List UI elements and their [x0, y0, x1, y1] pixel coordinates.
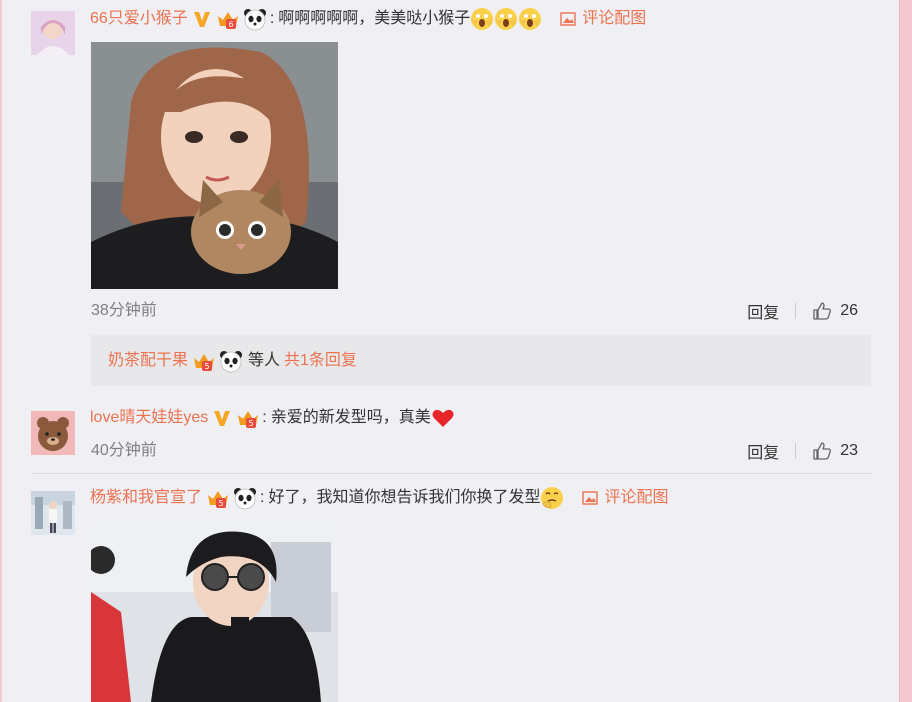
- vip-crown-icon[interactable]: 6: [216, 8, 240, 30]
- svg-text:5: 5: [204, 362, 209, 371]
- panda-icon[interactable]: [232, 486, 258, 510]
- sub-reply-suffix: 等人: [248, 352, 281, 369]
- frame-right: [900, 0, 912, 702]
- comment-pic-label[interactable]: 评论配图: [582, 7, 646, 31]
- action-divider: [795, 303, 797, 319]
- comment-header: love晴天娃娃yes 5 : 亲爱的新发型吗，真美: [90, 406, 455, 430]
- vip-crown-icon[interactable]: 5: [236, 407, 260, 429]
- comment-header: 杨紫和我官宣了 5 : 好了，我知道你想告诉我们你换了发型 评论配图: [90, 486, 669, 510]
- thumbs-up-icon[interactable]: [812, 441, 832, 461]
- thumbs-up-icon[interactable]: [812, 301, 832, 321]
- comment-actions: 回复 26: [747, 300, 858, 322]
- username[interactable]: 杨紫和我官宣了: [90, 486, 202, 510]
- vip-crown-icon[interactable]: 5: [206, 487, 230, 509]
- action-divider: [795, 443, 797, 459]
- comment-photo[interactable]: [91, 42, 338, 289]
- verified-v-icon: [193, 12, 210, 27]
- sub-replies-box[interactable]: 奶茶配干果 5 等人 共1条回复: [91, 335, 871, 386]
- sub-reply-count-link[interactable]: 共1条回复: [284, 349, 357, 373]
- reply-button[interactable]: 回复: [747, 299, 779, 323]
- verified-v-icon: [214, 411, 231, 426]
- comment-actions: 回复 23: [747, 440, 858, 462]
- avatar[interactable]: [31, 11, 75, 55]
- panda-icon: [220, 351, 243, 373]
- svg-text:5: 5: [249, 419, 254, 428]
- image-icon: [560, 12, 576, 26]
- colon: :: [260, 489, 265, 506]
- svg-text:6: 6: [228, 20, 233, 29]
- sub-replies-line: 奶茶配干果 5 等人 共1条回复: [108, 349, 357, 373]
- colon: :: [262, 409, 267, 426]
- comment-pic-link[interactable]: 评论配图: [560, 7, 646, 31]
- reply-button[interactable]: 回复: [747, 439, 779, 463]
- comment-header: 66只爱小猴子 6 : 啊啊啊啊啊，美美哒小猴子 评论配图: [90, 7, 646, 31]
- avatar[interactable]: [31, 491, 75, 535]
- thinking-emoji-icon: [541, 487, 564, 509]
- comment-pic-label[interactable]: 评论配图: [604, 486, 668, 510]
- comment-text: 好了，我知道你想告诉我们你换了发型: [268, 489, 541, 506]
- heart-emoji-icon: [432, 409, 454, 427]
- vip-crown-icon: 5: [194, 354, 215, 371]
- comment-text: 啊啊啊啊啊，美美哒小猴子: [278, 10, 471, 27]
- svg-text:5: 5: [218, 499, 223, 508]
- avatar[interactable]: [31, 411, 75, 455]
- username[interactable]: 66只爱小猴子: [90, 7, 188, 31]
- comment-time: 40分钟前: [91, 442, 157, 459]
- panda-icon[interactable]: [242, 7, 268, 31]
- like-count: 26: [840, 302, 858, 319]
- comment-time: 38分钟前: [91, 302, 157, 319]
- comment-photo[interactable]: [91, 522, 338, 702]
- image-icon: [582, 491, 599, 505]
- comment-pic-link[interactable]: 评论配图: [582, 486, 669, 510]
- sub-reply-username[interactable]: 奶茶配干果: [108, 349, 188, 373]
- comment-text: 亲爱的新发型吗，真美: [270, 409, 431, 426]
- frame-left: [0, 0, 2, 702]
- comment-divider: [31, 473, 871, 474]
- shocked-emoji-icon: [470, 7, 542, 31]
- username[interactable]: love晴天娃娃yes: [90, 406, 208, 430]
- like-count: 23: [840, 442, 858, 459]
- colon: :: [269, 10, 275, 27]
